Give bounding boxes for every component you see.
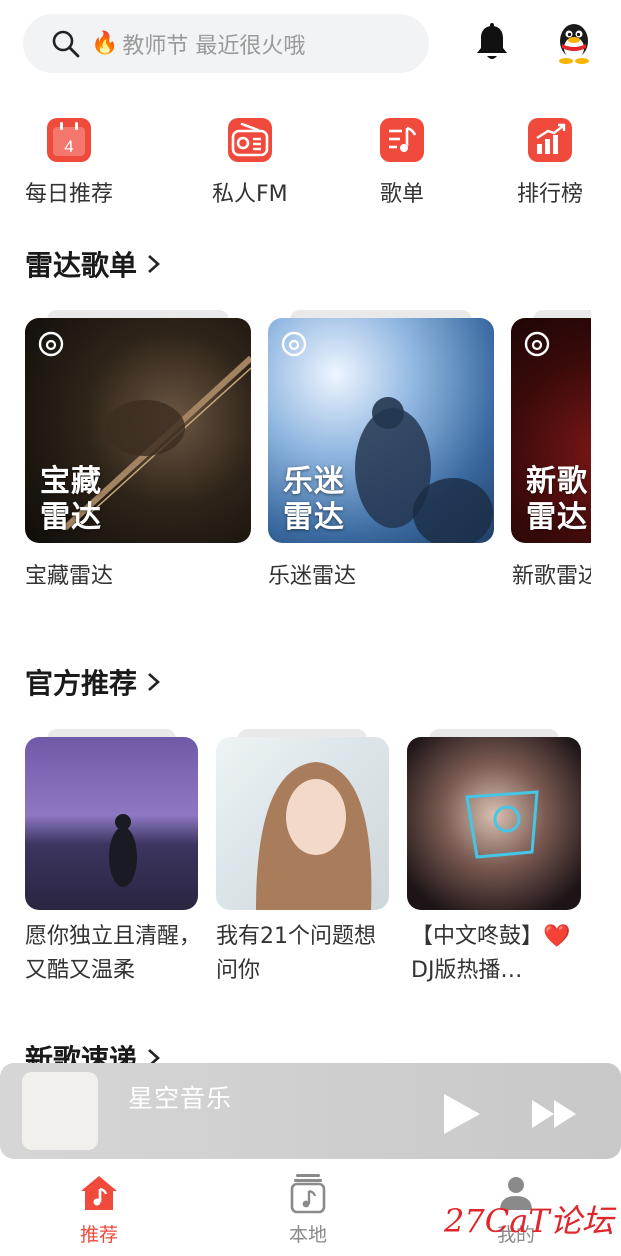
quick-nav-daily[interactable]: 4 每日推荐 — [25, 118, 113, 208]
radar-card-fans[interactable]: 乐迷 雷达 — [268, 310, 494, 543]
watermark-text: 27CaT论坛 — [444, 1202, 614, 1240]
quick-nav-fm[interactable]: 私人FM — [212, 118, 288, 208]
netease-logo-icon — [524, 331, 550, 357]
player-cover[interactable] — [22, 1072, 98, 1150]
playlist-icon — [380, 118, 424, 162]
bottom-nav-local[interactable]: 本地 — [268, 1172, 348, 1247]
quick-nav-chart[interactable]: 排行榜 — [517, 118, 583, 208]
quick-nav-playlist[interactable]: 歌单 — [380, 118, 424, 208]
radar-card-new[interactable]: 新歌 雷达 — [511, 310, 591, 543]
radar-section-title[interactable]: 雷达歌单 — [25, 244, 163, 284]
bottom-nav-label: 推荐 — [79, 1224, 118, 1246]
card-big-text: 雷达 — [283, 500, 345, 535]
bell-icon[interactable] — [474, 23, 510, 63]
search-icon — [52, 30, 80, 57]
qq-penguin-icon[interactable] — [553, 21, 595, 65]
card-big-text: 雷达 — [40, 500, 102, 535]
quick-nav-label: 私人FM — [212, 182, 288, 207]
fire-icon: 🔥 — [91, 31, 119, 56]
official-card-1[interactable] — [25, 729, 198, 910]
radar-card-clip: 新歌 雷达 新歌雷达 — [511, 300, 591, 590]
card-cover — [216, 737, 389, 910]
official-card-label[interactable]: 愿你独立且清醒，又酷又温柔 — [25, 920, 203, 988]
quick-nav-label: 歌单 — [380, 182, 425, 207]
play-icon[interactable] — [440, 1091, 484, 1137]
card-big-text: 新歌 — [526, 464, 588, 499]
official-card-2[interactable] — [216, 729, 389, 910]
netease-logo-icon — [38, 331, 64, 357]
official-card-label[interactable]: 【中文咚鼓】❤️DJ版热播… — [411, 920, 581, 988]
radar-card-label[interactable]: 宝藏雷达 — [25, 558, 113, 590]
mini-player[interactable]: 星空音乐 — [0, 1063, 621, 1159]
calendar-icon: 4 — [47, 118, 91, 162]
netease-logo-icon — [281, 331, 307, 357]
quick-nav: 4 每日推荐 私人FM 歌单 排行榜 — [0, 118, 621, 208]
chevron-right-icon — [148, 673, 160, 691]
bottom-nav-recommend[interactable]: 推荐 — [59, 1172, 139, 1247]
quick-nav-label: 每日推荐 — [25, 182, 114, 207]
radar-card-label[interactable]: 新歌雷达 — [512, 558, 591, 590]
card-cover — [407, 737, 581, 910]
svg-text:4: 4 — [64, 137, 73, 156]
official-card-label-text: 【中文咚鼓】❤️DJ版热播… — [411, 924, 571, 983]
card-big-text: 乐迷 — [283, 464, 345, 499]
official-section-title[interactable]: 官方推荐 — [25, 662, 163, 702]
fast-forward-icon[interactable] — [530, 1097, 578, 1131]
chart-icon — [528, 118, 572, 162]
quick-nav-label: 排行榜 — [517, 182, 584, 207]
home-icon — [81, 1176, 117, 1210]
card-big-text: 宝藏 — [40, 464, 102, 499]
official-card-label[interactable]: 我有21个问题想问你 — [216, 920, 394, 988]
local-music-icon — [290, 1174, 326, 1214]
bottom-nav-label: 本地 — [288, 1224, 327, 1246]
radar-card-treasure[interactable]: 宝藏 雷达 — [25, 310, 251, 543]
search-placeholder: 教师节 最近很火哦 — [122, 33, 306, 59]
chevron-right-icon — [148, 255, 160, 273]
search-bar[interactable]: 🔥 教师节 最近很火哦 — [23, 14, 429, 73]
section-title-text: 雷达歌单 — [25, 249, 138, 282]
radio-icon — [227, 118, 272, 162]
player-title: 星空音乐 — [128, 1084, 233, 1113]
card-big-text: 雷达 — [526, 500, 588, 535]
official-card-3[interactable] — [407, 729, 581, 910]
radar-card-label[interactable]: 乐迷雷达 — [268, 558, 356, 590]
card-cover — [25, 737, 198, 910]
section-title-text: 官方推荐 — [25, 667, 138, 700]
